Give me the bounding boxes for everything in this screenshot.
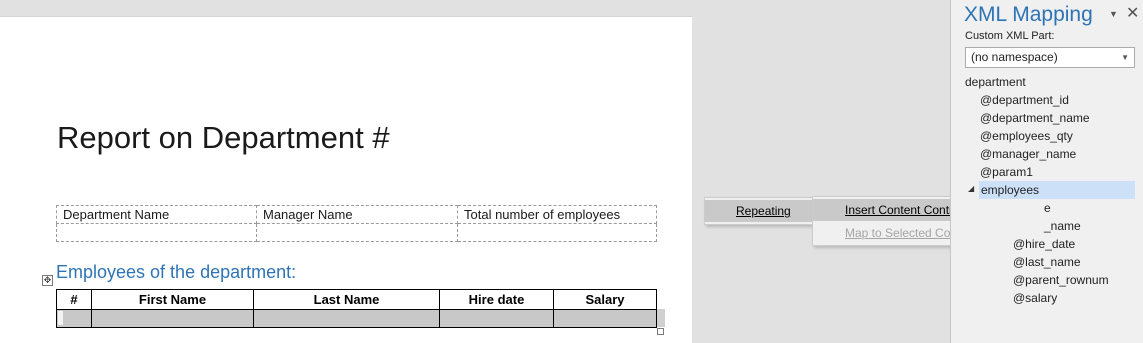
tree-node-department-id[interactable]: @department_id	[980, 91, 1069, 109]
info-header-total-employees[interactable]: Total number of employees	[457, 205, 657, 224]
custom-xml-part-label: Custom XML Part:	[965, 30, 1055, 42]
pane-close-icon[interactable]: ✕	[1126, 3, 1139, 23]
info-cell-department-name[interactable]	[56, 223, 257, 242]
menu-item-repeating[interactable]: Repeating	[705, 200, 813, 222]
tree-node-employees-label: employees	[981, 183, 1040, 197]
info-header-department-name[interactable]: Department Name	[56, 205, 257, 224]
tree-node-last-name[interactable]: @last_name	[1013, 253, 1081, 271]
tree-expand-triangle-icon[interactable]: ◢	[968, 180, 974, 198]
employees-header-first-name[interactable]: First Name	[91, 289, 254, 310]
tree-node-hire-date[interactable]: @hire_date	[1013, 235, 1075, 253]
xml-mapping-pane: XML Mapping ▼ ✕ Custom XML Part: (no nam…	[950, 0, 1143, 343]
department-info-table[interactable]: Department Name Manager Name Total numbe…	[56, 205, 657, 242]
info-cell-manager-name[interactable]	[256, 223, 458, 242]
document-workspace: Report on Department # Department Name M…	[0, 0, 950, 343]
tree-node-parent-rownum[interactable]: @parent_rownum	[1013, 271, 1109, 289]
section-heading[interactable]: Employees of the department:	[56, 262, 296, 283]
document-page[interactable]: Report on Department # Department Name M…	[0, 16, 692, 343]
tree-node-salary[interactable]: @salary	[1013, 289, 1057, 307]
employees-cell-hire-date[interactable]	[439, 309, 554, 328]
employees-header-number[interactable]: #	[56, 289, 92, 310]
table-resize-handle[interactable]	[657, 328, 664, 335]
tree-node-child-partial-1[interactable]: e	[1044, 199, 1051, 217]
table-move-handle-icon[interactable]: ✥	[42, 275, 53, 286]
tree-node-child-partial-2[interactable]: _name	[1044, 217, 1081, 235]
employees-header-last-name[interactable]: Last Name	[253, 289, 440, 310]
context-menu: Repeating	[704, 197, 814, 225]
submenu-item-insert-label: Insert Content Control	[845, 203, 963, 217]
employees-cell-salary[interactable]	[553, 309, 657, 328]
employees-cell-last-name[interactable]	[253, 309, 440, 328]
pane-title: XML Mapping	[964, 3, 1093, 26]
tree-node-department-name[interactable]: @department_name	[980, 109, 1090, 127]
row-insertion-marker	[58, 311, 63, 325]
info-header-manager-name[interactable]: Manager Name	[256, 205, 458, 224]
employees-table[interactable]: # First Name Last Name Hire date Salary	[56, 289, 657, 328]
employees-header-salary[interactable]: Salary	[553, 289, 657, 310]
tree-node-employees-qty[interactable]: @employees_qty	[980, 127, 1073, 145]
employees-cell-first-name[interactable]	[91, 309, 254, 328]
row-selection-extension	[657, 309, 665, 327]
tree-node-param1[interactable]: @param1	[980, 163, 1033, 181]
tree-node-department[interactable]: department	[965, 73, 1026, 91]
employees-repeating-row[interactable]	[56, 309, 657, 328]
info-cell-total-employees[interactable]	[457, 223, 657, 242]
menu-item-repeating-label: Repeating	[736, 204, 791, 218]
select-chevron-down-icon: ▼	[1121, 53, 1129, 62]
tree-node-manager-name[interactable]: @manager_name	[980, 145, 1076, 163]
pane-options-chevron-icon[interactable]: ▼	[1109, 9, 1118, 19]
custom-xml-part-select[interactable]: (no namespace) ▼	[965, 47, 1135, 68]
employees-header-hire-date[interactable]: Hire date	[439, 289, 554, 310]
document-title[interactable]: Report on Department #	[57, 120, 390, 156]
tree-node-employees[interactable]: employees	[979, 181, 1135, 199]
custom-xml-part-value: (no namespace)	[971, 50, 1058, 64]
